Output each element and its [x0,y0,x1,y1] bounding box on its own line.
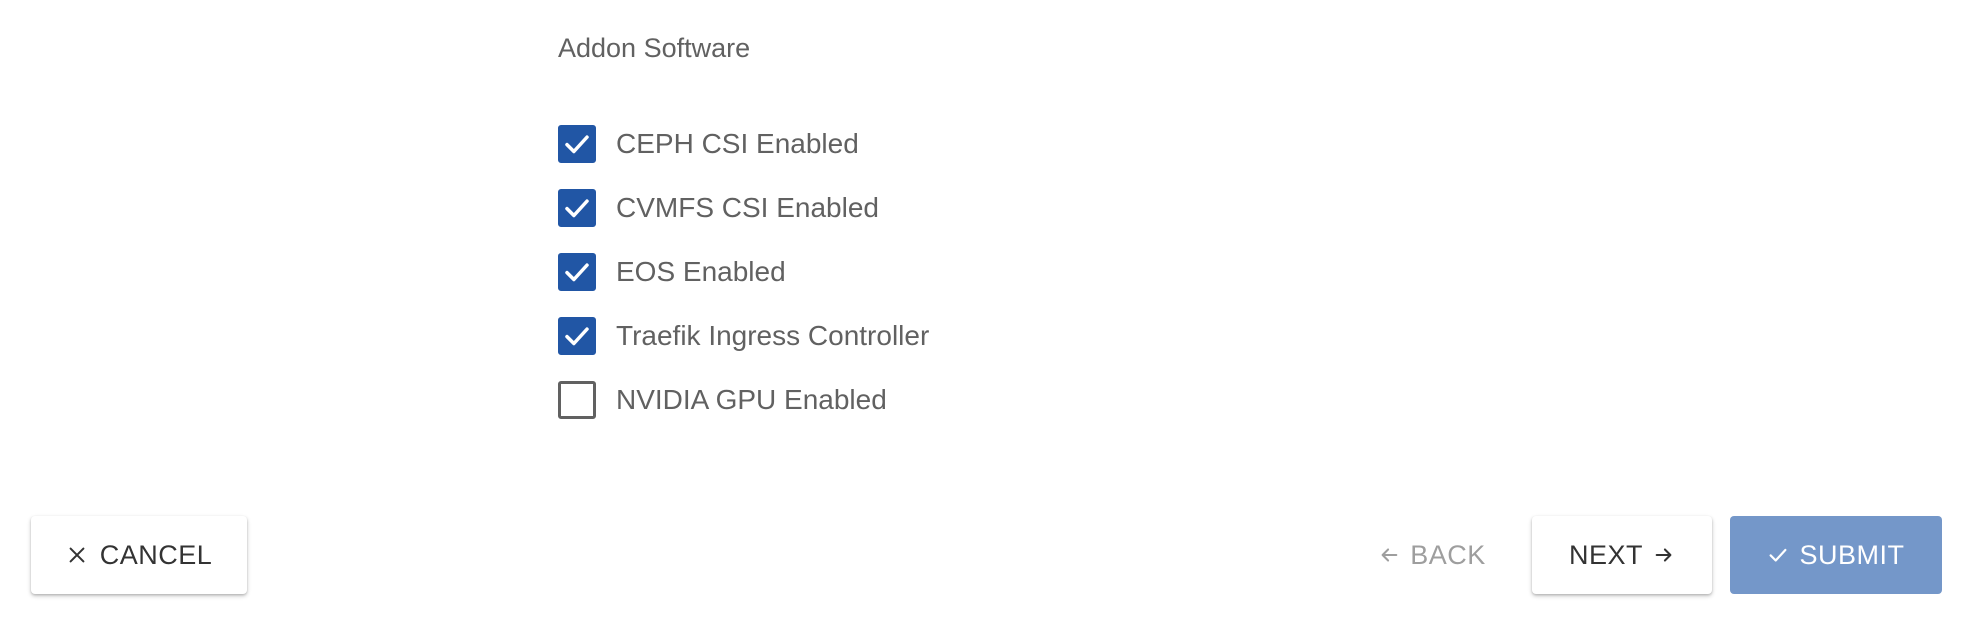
check-icon [565,327,589,346]
section-title: Addon Software [558,33,751,63]
checkbox-box[interactable] [558,381,596,419]
checkbox-box[interactable] [558,317,596,355]
check-icon [565,135,589,154]
checkbox-label: Traefik Ingress Controller [616,320,930,351]
next-button[interactable]: NEXT [1532,516,1712,594]
checkbox-label: CEPH CSI Enabled [616,128,859,159]
cancel-button-label: CANCEL [99,539,213,570]
checkbox-traefik-ingress[interactable]: Traefik Ingress Controller [558,304,1458,368]
checkbox-label: NVIDIA GPU Enabled [616,384,887,415]
submit-button-label: SUBMIT [1799,539,1905,570]
checkbox-box[interactable] [558,189,596,227]
checkbox-cvmfs-csi[interactable]: CVMFS CSI Enabled [558,176,1458,240]
checkbox-ceph-csi[interactable]: CEPH CSI Enabled [558,112,1458,176]
cancel-button[interactable]: CANCEL [31,516,247,594]
check-icon [565,199,589,218]
checkbox-nvidia-gpu[interactable]: NVIDIA GPU Enabled [558,368,1458,432]
checkbox-label: CVMFS CSI Enabled [616,192,879,223]
arrow-left-icon [1378,544,1400,566]
addon-checkbox-list: CEPH CSI Enabled CVMFS CSI Enabled EOS E… [558,112,1458,432]
checkbox-box[interactable] [558,125,596,163]
checkbox-label: EOS Enabled [616,256,786,287]
wizard-step-addons: Addon Software CEPH CSI Enabled CVMFS CS… [0,0,1972,628]
check-icon [1767,544,1789,566]
close-icon [66,544,88,566]
back-button-label: BACK [1410,539,1486,570]
checkbox-eos[interactable]: EOS Enabled [558,240,1458,304]
next-button-label: NEXT [1568,539,1643,570]
arrow-right-icon [1653,544,1675,566]
check-icon [565,263,589,282]
back-button[interactable]: BACK [1366,516,1498,594]
submit-button[interactable]: SUBMIT [1730,516,1942,594]
checkbox-box[interactable] [558,253,596,291]
